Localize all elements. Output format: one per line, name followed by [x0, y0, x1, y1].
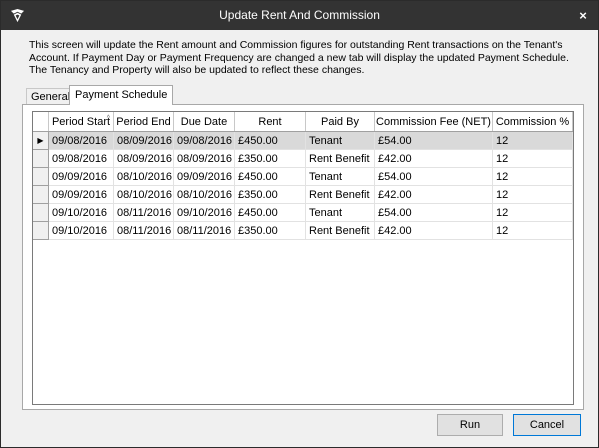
cell-rent[interactable]: £450.00 — [234, 203, 306, 222]
cell-paid-by[interactable]: Rent Benefit — [305, 221, 375, 240]
column-header-commission-percent[interactable]: Commission % — [492, 112, 573, 132]
description-text: This screen will update the Rent amount … — [29, 39, 569, 76]
cell-commission-fee[interactable]: £54.00 — [374, 167, 493, 186]
row-selector[interactable] — [33, 149, 49, 168]
title-bar: Update Rent And Commission × — [1, 1, 598, 30]
column-header-due-date[interactable]: Due Date — [173, 112, 235, 132]
table-row[interactable]: 09/09/2016 08/10/2016 09/09/2016 £450.00 Ten… — [33, 167, 573, 186]
cell-paid-by[interactable]: Tenant — [305, 131, 375, 150]
cell-paid-by[interactable]: Rent Benefit — [305, 149, 375, 168]
cell-period-start[interactable]: 09/10/2016 — [48, 221, 114, 240]
payment-schedule-grid[interactable]: Period Start ^ Period End Due Date Rent P… — [32, 111, 574, 405]
table-row[interactable]: 09/10/2016 08/11/2016 09/10/2016 £450.00 Ten… — [33, 203, 573, 222]
cell-commission-percent[interactable]: 12 — [492, 221, 573, 240]
schedule-table: Period Start ^ Period End Due Date Rent P… — [33, 112, 573, 240]
cell-rent[interactable]: £350.00 — [234, 185, 306, 204]
header-row: Period Start ^ Period End Due Date Rent P… — [33, 112, 573, 132]
current-row-arrow-icon: ▶ — [37, 136, 44, 145]
tab-general[interactable]: General — [26, 88, 76, 105]
cell-rent[interactable]: £350.00 — [234, 149, 306, 168]
cell-paid-by[interactable]: Tenant — [305, 203, 375, 222]
table-row[interactable]: ▶ 09/08/2016 08/09/2016 09/08/2016 £450.00 Te… — [33, 131, 573, 150]
cell-period-end[interactable]: 08/10/2016 — [113, 167, 174, 186]
table-row[interactable]: 09/08/2016 08/09/2016 08/09/2016 £350.00 Ren… — [33, 149, 573, 168]
cell-commission-fee[interactable]: £42.00 — [374, 149, 493, 168]
cell-period-end[interactable]: 08/09/2016 — [113, 131, 174, 150]
row-selector[interactable]: ▶ — [33, 131, 49, 150]
cell-period-start[interactable]: 09/10/2016 — [48, 203, 114, 222]
cell-period-start[interactable]: 09/08/2016 — [48, 131, 114, 150]
cell-commission-fee[interactable]: £42.00 — [374, 185, 493, 204]
cell-commission-percent[interactable]: 12 — [492, 167, 573, 186]
table-row[interactable]: 09/09/2016 08/10/2016 08/10/2016 £350.00 Ren… — [33, 185, 573, 204]
sort-ascending-icon: ^ — [106, 115, 110, 122]
row-header-corner — [33, 112, 49, 132]
payment-schedule-panel: Period Start ^ Period End Due Date Rent P… — [22, 104, 584, 410]
cell-due-date[interactable]: 08/10/2016 — [173, 185, 235, 204]
cell-due-date[interactable]: 09/09/2016 — [173, 167, 235, 186]
column-header-rent[interactable]: Rent — [234, 112, 306, 132]
column-header-paid-by[interactable]: Paid By — [305, 112, 375, 132]
cell-due-date[interactable]: 09/08/2016 — [173, 131, 235, 150]
cell-rent[interactable]: £350.00 — [234, 221, 306, 240]
cell-commission-percent[interactable]: 12 — [492, 203, 573, 222]
cell-period-start[interactable]: 09/08/2016 — [48, 149, 114, 168]
table-row[interactable]: 09/10/2016 08/11/2016 08/11/2016 £350.00 Ren… — [33, 221, 573, 240]
cell-period-end[interactable]: 08/11/2016 — [113, 203, 174, 222]
column-header-period-end[interactable]: Period End — [113, 112, 174, 132]
cell-paid-by[interactable]: Rent Benefit — [305, 185, 375, 204]
window-title: Update Rent And Commission — [219, 8, 380, 22]
update-rent-dialog: Update Rent And Commission × This screen… — [0, 0, 599, 448]
cell-commission-percent[interactable]: 12 — [492, 131, 573, 150]
cell-commission-fee[interactable]: £54.00 — [374, 131, 493, 150]
cell-commission-percent[interactable]: 12 — [492, 185, 573, 204]
cell-period-start[interactable]: 09/09/2016 — [48, 167, 114, 186]
column-header-period-start[interactable]: Period Start ^ — [48, 112, 114, 132]
close-icon: × — [579, 8, 587, 23]
cell-commission-percent[interactable]: 12 — [492, 149, 573, 168]
cancel-button[interactable]: Cancel — [513, 414, 581, 436]
cell-period-end[interactable]: 08/10/2016 — [113, 185, 174, 204]
close-button[interactable]: × — [568, 1, 598, 30]
cell-rent[interactable]: £450.00 — [234, 167, 306, 186]
tab-payment-schedule[interactable]: Payment Schedule — [69, 85, 174, 105]
cell-period-end[interactable]: 08/09/2016 — [113, 149, 174, 168]
cell-paid-by[interactable]: Tenant — [305, 167, 375, 186]
cell-commission-fee[interactable]: £42.00 — [374, 221, 493, 240]
row-selector[interactable] — [33, 185, 49, 204]
row-selector[interactable] — [33, 203, 49, 222]
cell-rent[interactable]: £450.00 — [234, 131, 306, 150]
cell-due-date[interactable]: 09/10/2016 — [173, 203, 235, 222]
cell-period-start[interactable]: 09/09/2016 — [48, 185, 114, 204]
cell-due-date[interactable]: 08/09/2016 — [173, 149, 235, 168]
cell-period-end[interactable]: 08/11/2016 — [113, 221, 174, 240]
run-button[interactable]: Run — [437, 414, 503, 436]
row-selector[interactable] — [33, 167, 49, 186]
cell-commission-fee[interactable]: £54.00 — [374, 203, 493, 222]
column-header-commission-fee[interactable]: Commission Fee (NET) — [374, 112, 493, 132]
row-selector[interactable] — [33, 221, 49, 240]
cell-due-date[interactable]: 08/11/2016 — [173, 221, 235, 240]
